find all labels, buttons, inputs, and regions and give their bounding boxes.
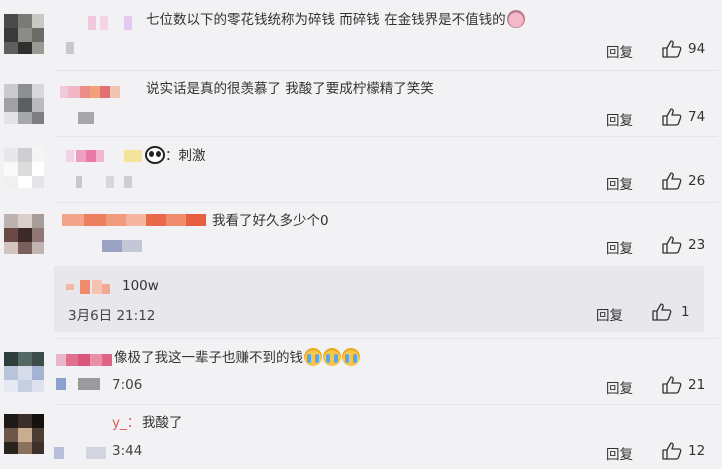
sub-reply: 100w 3月6日 21:12 回复 1 [54,266,704,332]
comment-text: 我看了好久多少个0 [212,213,329,229]
timestamp-fragment: 3:44 [112,443,143,459]
reply-button[interactable]: 回复 [606,237,633,257]
reply-button[interactable]: 回复 [606,173,633,193]
timestamp [54,447,110,461]
avatar[interactable] [4,148,44,188]
comment-text: 说实话是真的很羡慕了 我酸了要成柠檬精了笑笑 [146,81,434,97]
timestamp [102,240,144,254]
thumbs-up-icon[interactable] [662,236,682,254]
comment-item: 说实话是真的很羡慕了 我酸了要成柠檬精了笑笑 回复 74 [0,70,722,136]
like-count: 74 [688,109,706,125]
avatar[interactable] [4,84,44,124]
like-count: 12 [688,443,706,459]
comment-text-content: 像极了我这一辈子也赚不到的钱 [114,350,303,366]
avatar[interactable] [4,352,44,392]
avatar[interactable] [4,14,44,54]
comment-text: 像极了我这一辈子也赚不到的钱 [114,348,360,367]
reply-button[interactable]: 回复 [606,109,633,129]
avatar[interactable] [4,214,44,254]
comment-item: 我看了好久多少个0 回复 23 [0,202,722,264]
username[interactable] [66,280,112,294]
reply-button[interactable]: 回复 [596,304,623,324]
comment-item: ：刺激 回复 26 [0,136,722,202]
panda-icon [145,146,165,164]
like-count: 21 [688,377,706,393]
username-fragment[interactable]: y_： [112,414,140,432]
username[interactable] [56,354,112,368]
timestamp-fragment: 7:06 [112,377,143,393]
cry-icon [342,348,360,366]
comment-text: ：刺激 [144,146,206,165]
username[interactable] [66,150,142,164]
username[interactable] [88,16,136,30]
cry-icon [304,348,322,366]
pig-icon [506,10,525,28]
comment-text: 七位数以下的零花钱统称为碎钱 而碎钱 在金钱界是不值钱的 [146,10,525,29]
comment-item: 7:06 像极了我这一辈子也赚不到的钱 回复 21 [0,338,722,404]
username[interactable] [60,86,140,100]
reply-button[interactable]: 回复 [606,41,633,61]
thumbs-up-icon[interactable] [662,376,682,394]
timestamp [76,176,140,190]
timestamp [66,42,76,56]
like-count: 26 [688,173,706,189]
avatar[interactable] [4,414,44,454]
cry-icon [323,348,341,366]
timestamp: 3月6日 21:12 [68,308,156,324]
like-count: 23 [688,237,706,253]
thumbs-up-icon[interactable] [662,442,682,460]
timestamp [56,378,104,392]
comment-item: 七位数以下的零花钱统称为碎钱 而碎钱 在金钱界是不值钱的 回复 94 [0,0,722,68]
like-count: 1 [681,304,690,320]
comment-item: y_： 我酸了 3:44 回复 12 [0,404,722,469]
sub-reply-text: 100w [122,278,159,294]
timestamp [78,112,96,126]
comment-text-content: ：刺激 [165,148,206,164]
like-count: 94 [688,41,706,57]
comment-text-content: 七位数以下的零花钱统称为碎钱 而碎钱 在金钱界是不值钱的 [146,12,506,28]
username[interactable] [62,214,206,228]
thumbs-up-icon[interactable] [662,108,682,126]
thumbs-up-icon[interactable] [662,40,682,58]
thumbs-up-icon[interactable] [652,303,672,321]
reply-button[interactable]: 回复 [606,377,633,397]
thumbs-up-icon[interactable] [662,172,682,190]
comment-text: 我酸了 [142,415,183,431]
reply-button[interactable]: 回复 [606,443,633,463]
